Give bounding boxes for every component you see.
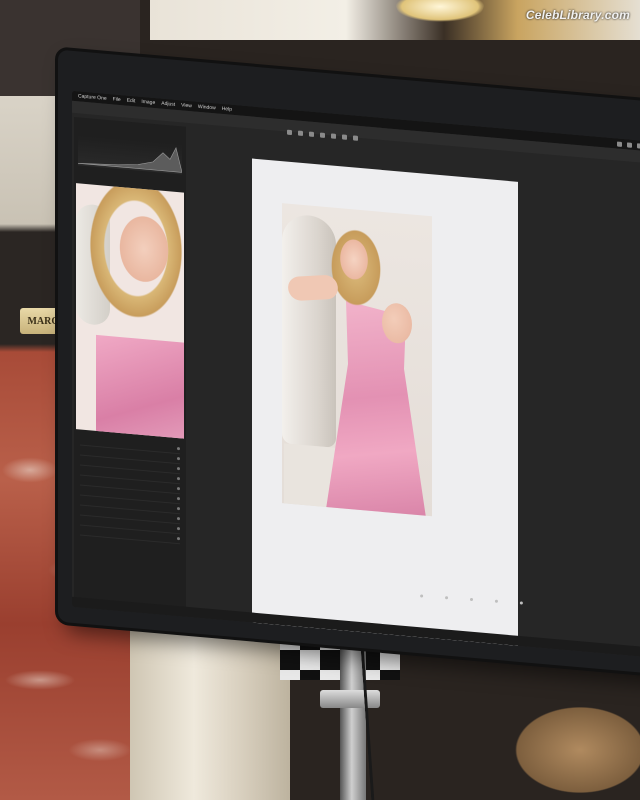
slider-dot-icon: [177, 466, 180, 471]
slider-dot-icon: [177, 516, 180, 521]
battery-icon[interactable]: [627, 141, 632, 148]
hand-tool-icon[interactable]: [342, 134, 347, 140]
slider-dot-icon: [177, 536, 180, 541]
photo-scene: MARC Capture One File Edit Image Adjust …: [0, 0, 640, 800]
photo-arm: [286, 274, 340, 302]
zoom-tool-icon[interactable]: [353, 135, 358, 141]
photo-face: [334, 229, 374, 290]
menubar-status-icons: [617, 140, 640, 149]
monitor-button-icon[interactable]: [420, 594, 424, 598]
watermark: CelebLibrary.com: [525, 8, 630, 22]
slider-dot-icon: [177, 476, 180, 481]
menu-app[interactable]: Capture One: [78, 93, 107, 102]
picker-tool-icon[interactable]: [331, 133, 336, 139]
slider-dot-icon: [177, 506, 180, 511]
histogram: [78, 135, 182, 175]
slider-dot-icon: [177, 486, 180, 491]
main-photo[interactable]: [282, 203, 432, 517]
menu-file[interactable]: File: [113, 96, 121, 103]
thumb-dress: [96, 334, 184, 439]
menu-image[interactable]: Image: [141, 99, 155, 106]
monitor-button-icon[interactable]: [444, 596, 449, 600]
monitor-button-icon[interactable]: [519, 601, 523, 605]
rotate-tool-icon[interactable]: [298, 130, 303, 137]
monitor-bezel: Capture One File Edit Image Adjust View …: [58, 49, 640, 675]
crop-tool-icon[interactable]: [287, 129, 292, 136]
image-viewer[interactable]: [252, 158, 518, 648]
slider-dot-icon: [177, 456, 180, 461]
menu-edit[interactable]: Edit: [127, 98, 136, 105]
menu-view[interactable]: View: [181, 102, 192, 109]
monitor-button-icon[interactable]: [469, 597, 474, 602]
brush-tool-icon[interactable]: [309, 131, 314, 137]
histogram-curve: [78, 147, 182, 173]
slider-dot-icon: [177, 526, 180, 531]
wifi-icon[interactable]: [617, 140, 622, 147]
monitor-screen: Capture One File Edit Image Adjust View …: [72, 90, 640, 658]
adjustments-list: [80, 435, 180, 545]
slider-dot-icon: [177, 496, 180, 501]
slider-dot-icon: [177, 446, 180, 451]
thumbnail-preview[interactable]: [76, 183, 184, 439]
menu-adjust[interactable]: Adjust: [161, 101, 175, 108]
eraser-tool-icon[interactable]: [320, 132, 325, 138]
monitor: Capture One File Edit Image Adjust View …: [40, 20, 640, 716]
menu-help[interactable]: Help: [222, 106, 232, 113]
chandelier: [395, 0, 485, 22]
monitor-button-icon[interactable]: [494, 599, 499, 603]
left-tool-panel: [74, 116, 186, 617]
menu-window[interactable]: Window: [198, 104, 216, 112]
